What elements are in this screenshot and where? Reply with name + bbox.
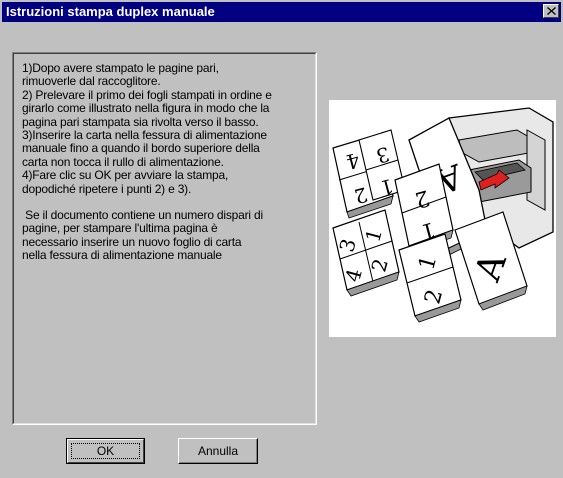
ok-button[interactable]: OK — [66, 438, 145, 464]
instruction-step-2: 2) Prelevare il primo dei fogli stampati… — [22, 87, 272, 129]
odd-pages-note: Se il documento contiene un numero dispa… — [22, 208, 263, 263]
title-bar[interactable]: Istruzioni stampa duplex manuale — [2, 2, 561, 22]
instruction-step-1: 1)Dopo avere stampato le pagine pari, ri… — [22, 61, 219, 89]
cancel-button[interactable]: Annulla — [178, 438, 258, 464]
instructions-panel: 1)Dopo avere stampato le pagine pari, ri… — [12, 52, 317, 425]
cancel-button-label: Annulla — [197, 444, 239, 458]
ok-button-label: OK — [96, 444, 115, 458]
manual-duplex-dialog: Istruzioni stampa duplex manuale 1)Dopo … — [0, 0, 563, 478]
duplex-printer-illustration-icon: A 4 2 3 1 2 1 3 1 4 2 1 2 A — [332, 107, 554, 323]
close-button[interactable] — [543, 4, 559, 18]
window-title: Istruzioni stampa duplex manuale — [6, 4, 215, 19]
instruction-step-3: 3)Inserire la carta nella fessura di ali… — [22, 128, 267, 169]
duplex-illustration: A 4 2 3 1 2 1 3 1 4 2 1 2 A — [329, 100, 556, 337]
instruction-step-4: 4)Fare clic su OK per avviare la stampa,… — [22, 168, 229, 196]
close-icon — [546, 7, 556, 15]
instructions-text: 1)Dopo avere stampato le pagine pari, ri… — [22, 61, 312, 263]
